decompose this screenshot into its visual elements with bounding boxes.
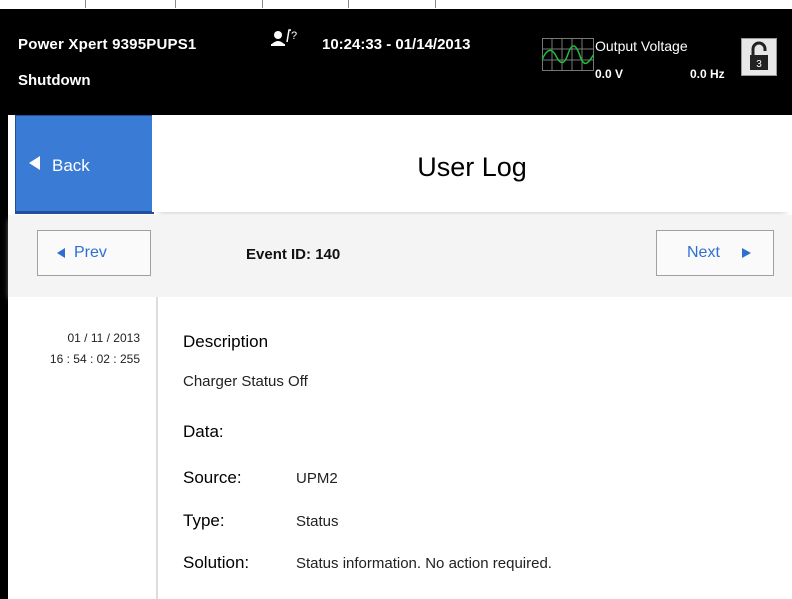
event-id-value: 140 xyxy=(315,246,341,263)
top-tab-strip xyxy=(0,0,792,9)
prev-button[interactable]: Prev xyxy=(37,230,151,276)
data-heading: Data: xyxy=(183,422,224,441)
svg-text:?: ? xyxy=(291,30,297,42)
next-arrow-icon xyxy=(742,248,751,258)
svg-text:3: 3 xyxy=(756,59,762,70)
back-button[interactable]: Back xyxy=(15,115,154,214)
lock-button[interactable]: 3 xyxy=(741,38,777,76)
prev-arrow-icon xyxy=(57,248,65,258)
solution-value: Status information. No action required. xyxy=(296,555,552,572)
type-value: Status xyxy=(296,513,339,530)
output-waveform-icon xyxy=(541,38,595,77)
output-frequency-value: 0.0 Hz xyxy=(690,67,725,81)
next-label: Next xyxy=(687,244,720,261)
event-detail-panel: Description Charger Status Off Data: Sou… xyxy=(158,297,792,599)
log-timestamp-column: 01 / 11 / 2013 16 : 54 : 02 : 255 xyxy=(8,297,158,599)
solution-label: Solution: xyxy=(183,553,250,572)
back-label: Back xyxy=(52,156,90,175)
log-time: 16 : 54 : 02 : 255 xyxy=(49,352,140,366)
type-label: Type: xyxy=(183,511,225,530)
main-content: Back User Log Prev Event ID: 140 Next 01… xyxy=(8,115,792,599)
title-bar: User Log xyxy=(152,115,792,212)
page-title: User Log xyxy=(417,152,527,182)
back-arrow-icon xyxy=(29,156,40,170)
prev-label: Prev xyxy=(74,244,107,261)
log-date: 01 / 11 / 2013 xyxy=(67,331,140,345)
unlock-icon: 3 xyxy=(750,41,768,70)
status-header: Power Xpert 9395PUPS1 Shutdown ? 10:24:3… xyxy=(0,0,792,115)
source-label: Source: xyxy=(183,468,242,487)
next-button[interactable]: Next xyxy=(656,230,774,276)
user-level-icon[interactable]: ? xyxy=(270,28,314,55)
description-heading: Description xyxy=(183,332,269,351)
event-id: Event ID: 140 xyxy=(246,246,340,263)
output-voltage-label: Output Voltage xyxy=(595,38,688,54)
event-id-label: Event ID: xyxy=(246,246,312,263)
system-datetime: 10:24:33 - 01/14/2013 xyxy=(322,36,471,53)
source-value: UPM2 xyxy=(296,470,338,487)
description-text: Charger Status Off xyxy=(183,373,308,390)
output-voltage-value: 0.0 V xyxy=(595,67,624,81)
ups-model: Power Xpert 9395PUPS1 xyxy=(18,36,197,53)
event-navigation-bar: Prev Event ID: 140 Next xyxy=(8,215,792,297)
ups-state: Shutdown xyxy=(18,72,91,89)
